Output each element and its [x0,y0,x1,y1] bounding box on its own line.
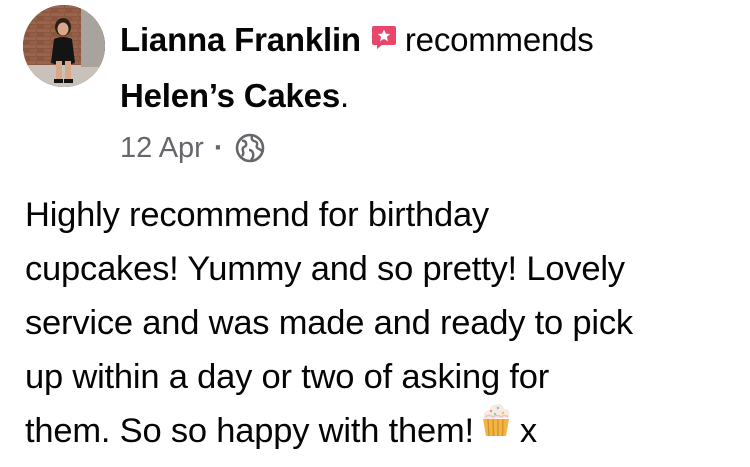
post-meta: 12 Apr · [120,128,266,168]
post-body-line: them. So so happy with them! [25,412,474,450]
author-name[interactable]: Lianna Franklin [120,21,361,58]
post-body-line: service and was made and ready to pick [25,304,633,342]
post-header-page: Helen’s Cakes. [120,74,349,118]
cupcake-icon [476,399,516,455]
post-body-line: up within a day or two of asking for [25,358,549,396]
meta-separator: · [213,132,224,164]
recommendation-post: Lianna Franklin recommends Helen’s Cakes.… [0,0,750,467]
post-body-tail: x [519,412,537,450]
page-name-link[interactable]: Helen’s Cakes [120,77,340,114]
avatar[interactable] [23,5,105,87]
recommend-star-icon [371,17,397,61]
globe-icon[interactable] [234,132,266,164]
post-body-line: Highly recommend for birthday [25,196,489,234]
avatar-photo [23,5,105,87]
post-body-line: cupcakes! Yummy and so pretty! Lovely [25,250,625,288]
page-suffix: . [339,77,349,114]
action-text: recommends [404,21,594,58]
post-body-last-line: them. So so happy with them! x [25,403,745,461]
post-body: Highly recommend for birthday cupcakes! … [25,188,745,461]
post-date[interactable]: 12 Apr [120,128,204,168]
post-header: Lianna Franklin recommends [120,18,594,64]
